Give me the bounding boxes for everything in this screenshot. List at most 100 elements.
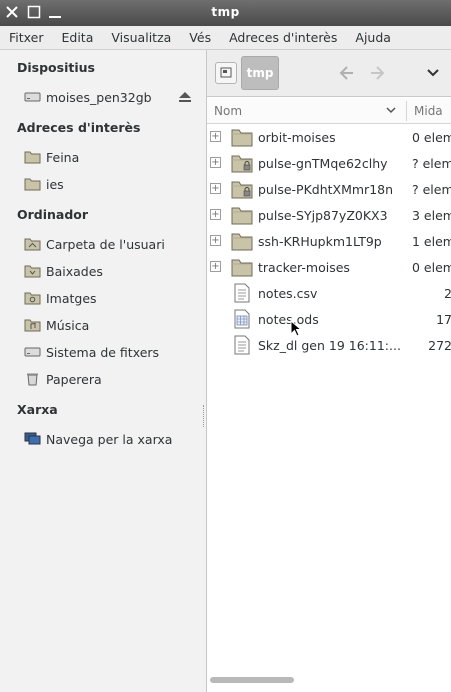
file-row[interactable]: notes.csv 2 [207,280,451,306]
file-pane: tmp Nom Mida + orbit-moises 0 elements + pul… [206,50,451,692]
title-bar: tmp [0,0,451,26]
home-folder-icon [24,238,41,251]
location-toggle-button[interactable] [215,62,237,84]
horizontal-scrollbar[interactable] [207,674,451,686]
path-button-tmp[interactable]: tmp [241,56,279,90]
expand-icon[interactable]: + [210,157,221,168]
sidebar-item-device[interactable]: moises_pen32gb [24,87,152,107]
edit-location-icon [220,67,232,78]
back-arrow-icon [339,66,353,80]
file-name: pulse-PKdhtXMmr18n [258,182,394,197]
file-name: tracker-moises [258,260,350,275]
file-size: 0 elements [412,260,451,275]
file-name: notes.ods [258,312,319,327]
file-row[interactable]: notes.ods 17 [207,306,451,332]
music-folder-icon [24,319,41,332]
drive-icon [24,92,41,102]
filesystem-icon [24,347,41,357]
back-button[interactable] [334,63,356,83]
menu-ajuda[interactable]: Ajuda [346,30,400,45]
bookmarks-heading: Adreces d'interès [17,120,141,135]
downloads-folder-icon [24,265,41,278]
forward-button[interactable] [368,63,390,83]
sidebar-item-label: Paperera [46,371,102,387]
file-name: pulse-SYjp87yZ0KX3 [258,208,388,223]
toolbar: tmp [207,50,451,97]
menu-fitxer[interactable]: Fitxer [0,30,53,45]
sidebar-item-label: Feina [46,149,80,165]
file-name: pulse-gnTMqe62clhy [258,156,388,171]
sidebar-item-label: Música [46,317,90,333]
eject-icon[interactable] [178,90,192,104]
menu-ves[interactable]: Vés [180,30,220,45]
file-name: notes.csv [258,286,318,301]
expand-icon[interactable]: + [210,183,221,194]
column-name[interactable]: Nom [214,104,242,118]
menu-adreces[interactable]: Adreces d'interès [220,30,346,45]
file-size: 0 elements [412,130,451,145]
spreadsheet-file-icon [234,309,250,329]
sidebar-item-label: moises_pen32gb [46,89,152,105]
file-name: ssh-KRHupkm1LT9p [258,234,382,249]
column-header: Nom Mida [207,98,451,124]
sidebar-item-label: Imatges [46,290,97,306]
file-name: Skz_dl gen 19 16:11:... [258,338,401,353]
file-size: 2 [444,286,451,301]
expand-icon[interactable]: + [210,261,221,272]
sidebar-item-label: Baixades [46,263,103,279]
pane-resize-handle[interactable] [203,405,205,427]
expand-icon[interactable]: + [210,235,221,246]
sidebar: Dispositius moises_pen32gb Adreces d'int… [0,50,206,692]
network-heading: Xarxa [17,402,58,417]
mouse-cursor-icon [290,320,302,337]
expand-icon[interactable]: + [210,131,221,142]
file-size: ? elements [412,182,451,197]
window-title: tmp [211,5,240,19]
sidebar-item-label: Sistema de fitxers [46,344,160,360]
sidebar-item-downloads[interactable]: Baixades [24,261,103,281]
locked-folder-icon [231,181,253,199]
sidebar-item-trash[interactable]: Paperera [24,369,102,389]
column-divider[interactable] [406,101,407,121]
scrollbar-thumb[interactable] [210,677,294,683]
sidebar-item-filesystem[interactable]: Sistema de fitxers [24,342,159,362]
network-icon [24,432,41,445]
file-size: 272 [428,338,451,353]
file-row[interactable]: Skz_dl gen 19 16:11:... 272 [207,332,451,358]
text-file-icon [234,283,250,303]
file-row[interactable]: + pulse-PKdhtXMmr18n ? elements [207,176,451,202]
chevron-down-icon[interactable] [424,64,442,82]
file-size: ? elements [412,156,451,171]
folder-icon [231,207,253,225]
file-row[interactable]: + pulse-SYjp87yZ0KX3 3 elements [207,202,451,228]
sidebar-item-home[interactable]: Carpeta de l'usuari [24,234,165,254]
menu-visualitza[interactable]: Visualitza [102,30,180,45]
sidebar-item-label: Carpeta de l'usuari [46,236,165,252]
file-size: 17 [436,312,451,327]
sidebar-item-ies[interactable]: ies [24,174,64,194]
devices-heading: Dispositius [17,60,95,75]
folder-icon [231,259,253,277]
images-folder-icon [24,292,41,305]
folder-icon [24,151,41,164]
text-file-icon [234,335,250,355]
sidebar-item-network[interactable]: Navega per la xarxa [24,429,172,449]
file-name: orbit-moises [258,130,336,145]
file-row[interactable]: + ssh-KRHupkm1LT9p 1 element [207,228,451,254]
menu-edita[interactable]: Edita [53,30,103,45]
sidebar-item-music[interactable]: Música [24,315,89,335]
column-size[interactable]: Mida [414,104,443,118]
sidebar-item-images[interactable]: Imatges [24,288,97,308]
file-row[interactable]: + tracker-moises 0 elements [207,254,451,280]
expand-icon[interactable]: + [210,209,221,220]
sort-descending-icon[interactable] [385,104,397,116]
computer-heading: Ordinador [17,207,89,222]
folder-icon [24,178,41,191]
sidebar-item-feina[interactable]: Feina [24,147,79,167]
folder-icon [231,233,253,251]
file-row[interactable]: + pulse-gnTMqe62clhy ? elements [207,150,451,176]
forward-arrow-icon [371,66,385,80]
file-row[interactable]: + orbit-moises 0 elements [207,124,451,150]
menubar: Fitxer Edita Visualitza Vés Adreces d'in… [0,26,451,50]
locked-folder-icon [231,155,253,173]
